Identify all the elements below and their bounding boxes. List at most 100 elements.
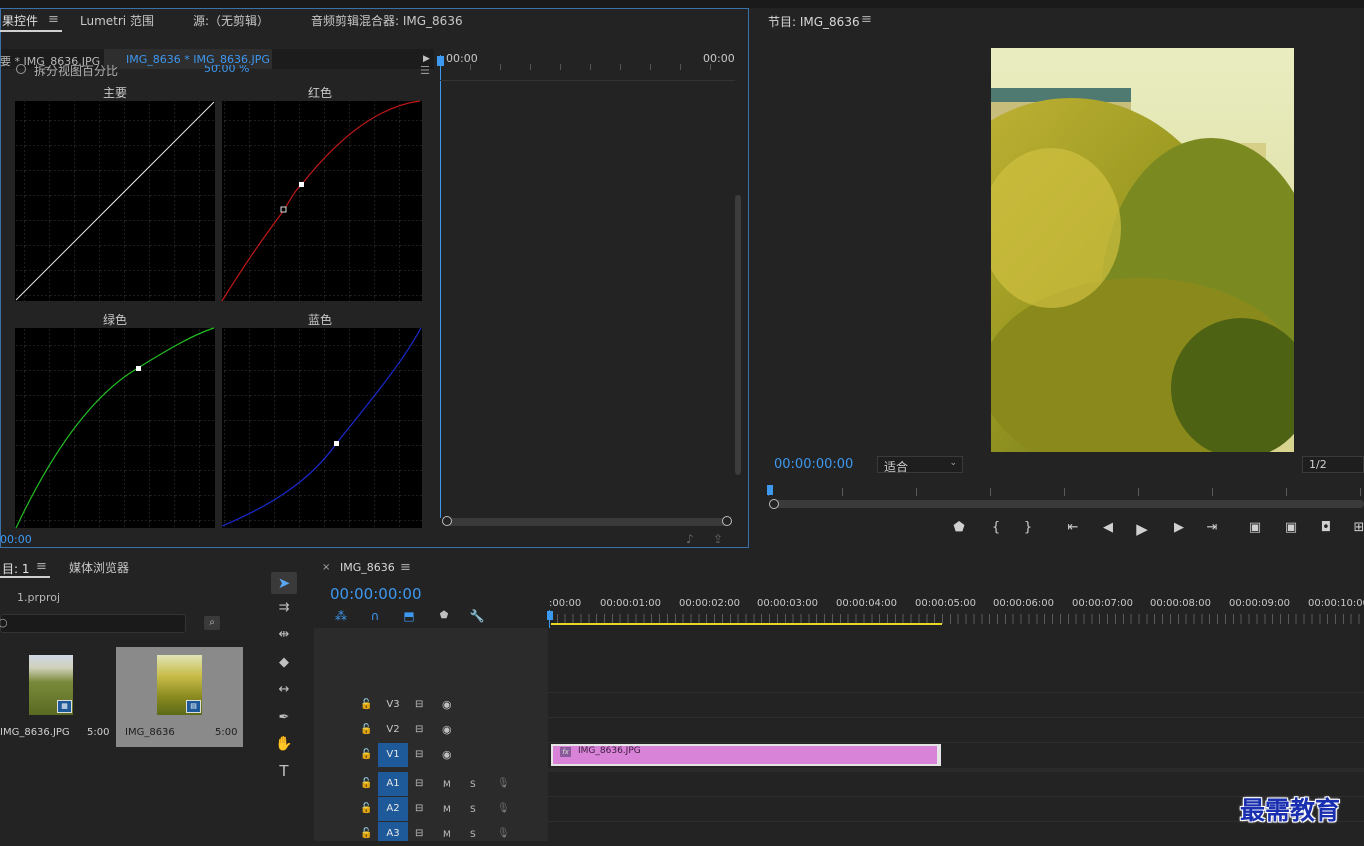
step-back-icon[interactable]: ◀ — [1099, 520, 1117, 535]
mini-zoom-bar[interactable] — [445, 518, 729, 526]
toggle-sync-icon[interactable]: ⊟ — [415, 802, 423, 816]
track-v1[interactable]: 🔓 V1 ⊟ ◉ — [314, 743, 548, 767]
selection-tool-icon[interactable]: ➤ — [271, 572, 297, 594]
toggle-sync-icon[interactable]: ⊟ — [415, 827, 423, 841]
mini-playhead[interactable] — [440, 55, 441, 518]
track-label[interactable]: V1 — [378, 743, 408, 767]
timeline-menu-icon[interactable]: ≡ — [400, 560, 411, 575]
program-zoom-handle[interactable] — [769, 499, 779, 509]
effects-scrollbar[interactable] — [735, 195, 741, 475]
tab-source[interactable]: 源:（无剪辑） — [193, 12, 269, 29]
track-a2[interactable]: 🔓 A2 ⊟ M S 🎙 — [314, 797, 548, 821]
toggle-sync-icon[interactable]: ⊟ — [415, 723, 423, 737]
split-view-radio[interactable] — [16, 64, 26, 74]
add-marker-icon[interactable]: ⬟ — [950, 520, 968, 535]
tab-audio-mixer[interactable]: 音频剪辑混合器: IMG_8636 — [311, 12, 463, 29]
razor-tool-icon[interactable]: ◆ — [274, 656, 294, 670]
track-v3[interactable]: 🔓 V3 ⊟ ◉ — [314, 693, 548, 717]
linked-selection-icon[interactable]: ∩ — [367, 609, 383, 623]
fit-dropdown[interactable]: 适合 ⌄ — [877, 456, 963, 474]
lock-icon[interactable]: 🔓 — [360, 723, 372, 737]
effects-timecode[interactable]: 00:00 — [0, 533, 32, 546]
rgb-curves[interactable] — [0, 96, 430, 528]
mic-icon[interactable]: 🎙 — [497, 777, 510, 791]
mic-icon[interactable]: 🎙 — [497, 827, 510, 841]
program-playhead[interactable] — [767, 485, 773, 495]
button-editor-icon[interactable]: ⊞ — [1350, 520, 1364, 535]
tab-menu-icon[interactable]: ≡ — [48, 12, 59, 27]
mic-icon[interactable]: 🎙 — [497, 802, 510, 816]
solo-button[interactable]: S — [470, 803, 476, 817]
wrench-icon[interactable]: 🔧 — [469, 609, 485, 623]
project-file-name: 1.prproj — [17, 591, 61, 604]
mute-button[interactable]: M — [443, 828, 451, 842]
project-search-input[interactable]: ○ — [0, 614, 186, 633]
hand-tool-icon[interactable]: ✋ — [274, 737, 294, 751]
sequence-clip-tab[interactable]: IMG_8636 * IMG_8636.JPG — [126, 53, 270, 66]
pen-tool-icon[interactable]: ✒ — [274, 711, 294, 725]
lock-icon[interactable]: 🔓 — [360, 777, 372, 791]
zoom-handle-right[interactable] — [722, 516, 732, 526]
tab-media-browser[interactable]: 媒体浏览器 — [69, 559, 129, 576]
track-label[interactable]: A1 — [378, 772, 408, 796]
timeline-sequence-tab[interactable]: IMG_8636 — [340, 561, 395, 574]
lift-icon[interactable]: ▣ — [1246, 520, 1264, 535]
lock-icon[interactable]: 🔓 — [360, 748, 372, 762]
timeline-clip[interactable]: fx IMG_8636.JPG — [551, 744, 941, 766]
program-zoom-bar[interactable] — [773, 500, 1364, 508]
project-item[interactable]: ▦ IMG_8636.JPG 5:00 — [0, 647, 115, 747]
program-menu-icon[interactable]: ≡ — [861, 12, 872, 27]
audio-icon[interactable]: ♪ — [686, 532, 694, 546]
add-edit-icon[interactable]: ⬒ — [401, 609, 417, 623]
timeline-timecode[interactable]: 00:00:00:00 — [330, 585, 422, 603]
track-a1[interactable]: 🔓 A1 ⊟ M S 🎙 — [314, 772, 548, 796]
eye-icon[interactable]: ◉ — [442, 723, 452, 737]
extract-icon[interactable]: ▣ — [1282, 520, 1300, 535]
lock-icon[interactable]: 🔓 — [360, 827, 372, 841]
go-to-out-icon[interactable]: ⇥ — [1203, 520, 1221, 535]
toggle-sync-icon[interactable]: ⊟ — [415, 777, 423, 791]
toggle-sync-icon[interactable]: ⊟ — [415, 748, 423, 762]
play-icon[interactable]: ▶ — [1133, 520, 1151, 538]
go-to-in-icon[interactable]: ⇤ — [1064, 520, 1082, 535]
mark-out-icon[interactable]: } — [1019, 520, 1037, 535]
mute-button[interactable]: M — [443, 778, 451, 792]
project-item-selected[interactable]: ▤ IMG_8636 5:00 — [116, 647, 243, 747]
track-label[interactable]: A3 — [378, 822, 408, 841]
program-monitor-title[interactable]: 节目: IMG_8636 — [768, 13, 860, 30]
toggle-sync-icon[interactable]: ⊟ — [415, 698, 423, 712]
zoom-handle-left[interactable] — [442, 516, 452, 526]
track-label[interactable]: V2 — [378, 718, 408, 742]
track-a3[interactable]: 🔓 A3 ⊟ M S 🎙 — [314, 822, 548, 841]
tab-project[interactable]: 目: 1 — [2, 560, 30, 577]
program-timecode[interactable]: 00:00:00:00 — [774, 457, 853, 472]
track-select-tool-icon[interactable]: ⇉ — [274, 601, 294, 615]
track-label[interactable]: V3 — [378, 693, 408, 717]
ripple-edit-tool-icon[interactable]: ⇹ — [274, 628, 294, 642]
work-area-bar[interactable] — [551, 623, 942, 625]
tab-lumetri-scopes[interactable]: Lumetri 范围 — [80, 12, 154, 29]
solo-button[interactable]: S — [470, 828, 476, 842]
step-forward-icon[interactable]: ▶ — [1170, 520, 1188, 535]
resolution-dropdown[interactable]: 1/2 — [1302, 456, 1364, 473]
export-frame-icon[interactable]: ◘ — [1317, 520, 1335, 535]
eye-icon[interactable]: ◉ — [442, 698, 452, 712]
mute-button[interactable]: M — [443, 803, 451, 817]
mark-in-icon[interactable]: { — [987, 520, 1005, 535]
track-label[interactable]: A2 — [378, 797, 408, 821]
solo-button[interactable]: S — [470, 778, 476, 792]
new-bin-icon[interactable]: ⌕ — [204, 616, 220, 630]
export-icon[interactable]: ⇪ — [713, 532, 723, 546]
track-v2[interactable]: 🔓 V2 ⊟ ◉ — [314, 718, 548, 742]
snap-icon[interactable]: ⁂ — [333, 609, 349, 623]
menu-icon[interactable]: ☰ — [420, 64, 430, 77]
close-icon[interactable]: × — [322, 562, 330, 573]
slip-tool-icon[interactable]: ↔ — [274, 683, 294, 697]
lock-icon[interactable]: 🔓 — [360, 698, 372, 712]
tab-effect-controls[interactable]: 果控件 — [2, 12, 38, 29]
timeline-marker-icon[interactable]: ⬟ — [436, 609, 452, 623]
lock-icon[interactable]: 🔓 — [360, 802, 372, 816]
project-menu-icon[interactable]: ≡ — [36, 559, 47, 574]
type-tool-icon[interactable]: T — [274, 764, 294, 779]
eye-icon[interactable]: ◉ — [442, 748, 452, 762]
